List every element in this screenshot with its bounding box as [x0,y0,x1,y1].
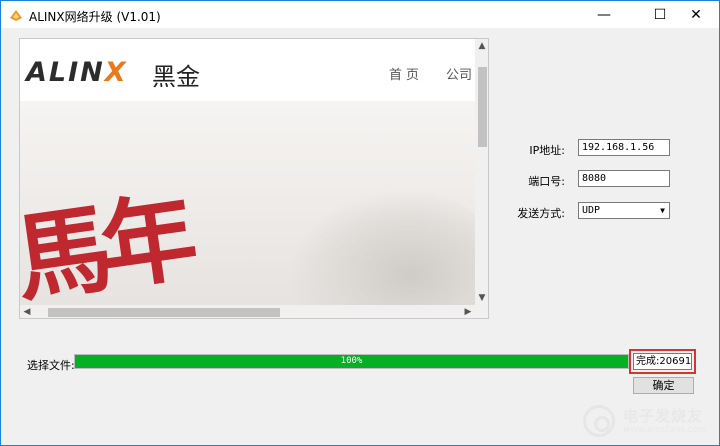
watermark-text: 电子发烧友 [623,407,704,425]
watermark-url: www.elecfans.com [623,425,707,435]
horse-image [290,191,475,305]
vertical-scrollbar[interactable]: ▲ ▼ [475,39,488,305]
scroll-down-icon[interactable]: ▼ [475,291,488,305]
web-browser-panel[interactable]: ALINX 黑金 首页 公司 馬年 ▲ ▼ ◀ ▶ [19,38,489,319]
logo-chinese-text: 黑金 [152,63,200,91]
title-bar[interactable]: ALINX网络升级 (V1.01) — ☐ ✕ [1,1,719,28]
chevron-down-icon: ▼ [660,206,665,215]
send-mode-label: 发送方式: [517,207,565,220]
scroll-left-icon[interactable]: ◀ [20,305,34,318]
send-mode-value: UDP [582,205,601,216]
hero-banner: 馬年 [20,101,475,305]
minimize-button[interactable]: — [581,1,627,28]
port-label: 端口号: [528,175,565,188]
scroll-right-icon[interactable]: ▶ [461,305,475,318]
nav-home-link[interactable]: 首页 [389,64,423,83]
horizontal-scroll-thumb[interactable] [48,308,280,317]
app-icon [10,10,22,21]
progress-percent-text: 100% [340,356,363,366]
status-highlight-box: 完成:2069192 [629,349,696,374]
window-title: ALINX网络升级 (V1.01) [29,10,161,24]
horizontal-scrollbar[interactable]: ◀ ▶ [20,305,475,318]
nav-company-link[interactable]: 公司 [446,64,472,83]
maximize-icon: ☐ [653,6,667,23]
ip-label: IP地址: [529,144,565,157]
ip-address-input[interactable]: 192.168.1.56 [578,139,670,156]
close-icon: ✕ [690,6,702,23]
alinx-logo[interactable]: ALINX [26,57,128,88]
port-input[interactable]: 8080 [578,170,670,187]
site-header: ALINX 黑金 首页 公司 [20,39,475,101]
elecfans-logo-icon [583,405,615,437]
scroll-up-icon[interactable]: ▲ [475,39,488,53]
select-file-label[interactable]: 选择文件: [27,357,75,373]
watermark: 电子发烧友 www.elecfans.com [583,403,711,439]
scrollbar-corner [475,305,488,318]
status-field: 完成:2069192 [633,353,692,370]
close-button[interactable]: ✕ [673,1,719,28]
app-window: ALINX网络升级 (V1.01) — ☐ ✕ ALINX 黑金 首页 公司 馬… [0,0,720,446]
confirm-button[interactable]: 确定 [633,377,694,394]
hero-calligraphy: 馬年 [20,180,195,305]
upload-progress-bar: 100% [74,354,629,369]
vertical-scroll-thumb[interactable] [478,67,487,147]
minimize-icon: — [597,6,611,23]
send-mode-select[interactable]: UDP ▼ [578,202,670,219]
